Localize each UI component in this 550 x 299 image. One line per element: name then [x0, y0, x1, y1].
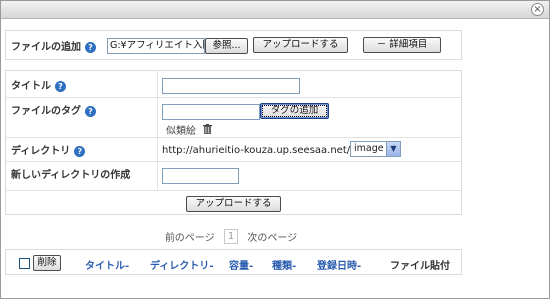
row-divider [6, 137, 461, 138]
help-icon[interactable]: ? [55, 81, 66, 92]
column-directory[interactable]: ディレクトリ- [150, 257, 213, 272]
row-divider [6, 190, 461, 191]
column-size[interactable]: 容量- [229, 257, 253, 272]
trash-icon[interactable] [203, 124, 213, 137]
submit-upload-button[interactable]: アップロードする [186, 196, 281, 212]
prev-page-link[interactable]: 前のページ [165, 229, 215, 244]
add-file-label: ファイルの追加? [11, 38, 96, 53]
current-page: 1 [223, 229, 239, 244]
file-path-field[interactable]: G:¥アフィリエイト入門¥ [107, 38, 205, 54]
add-tag-button[interactable]: タグの追加 [260, 103, 329, 119]
help-icon[interactable]: ? [74, 146, 86, 157]
column-type[interactable]: 種類- [272, 257, 296, 272]
chevron-down-icon[interactable]: ▼ [386, 142, 400, 156]
file-tag-label: ファイルのタグ? [11, 102, 96, 117]
column-title[interactable]: タイトル- [85, 257, 129, 272]
dialog-titlebar: × [1, 1, 549, 19]
column-file-paste: ファイル貼付 [390, 261, 450, 272]
directory-url: http://ahurieitio-kouza.up.seesaa.net/ [162, 145, 351, 156]
select-all-checkbox[interactable] [19, 258, 30, 269]
new-directory-input[interactable] [162, 168, 239, 184]
title-input[interactable] [162, 78, 300, 94]
row-divider [6, 97, 461, 98]
upload-panel: ファイルの追加? G:¥アフィリエイト入門¥ 参照... アップロードする － … [5, 30, 462, 60]
similar-tags-label: 似類絵 [166, 122, 213, 137]
title-label: タイトル? [11, 77, 66, 92]
file-table-header: 削除 タイトル- ディレクトリ- 容量- 種類- 登録日時- ファイル貼付 [5, 249, 462, 275]
details-panel: タイトル? ファイルのタグ? タグの追加 似類絵 ディレクトリ ? http:/… [5, 70, 462, 215]
tag-input[interactable] [162, 104, 260, 120]
upload-dialog: × ファイルの追加? G:¥アフィリエイト入門¥ 参照... アップロードする … [0, 0, 550, 299]
details-toggle-button[interactable]: － 詳細項目 [363, 37, 441, 53]
close-icon[interactable]: × [531, 3, 544, 16]
browse-button[interactable]: 参照... [205, 38, 248, 54]
directory-select[interactable]: image ▼ [350, 141, 401, 157]
new-directory-label: 新しいディレクトリの作成 [11, 170, 131, 181]
pager: 前のページ 1 次のページ [1, 229, 461, 244]
help-icon[interactable]: ? [85, 42, 96, 53]
delete-button[interactable]: 削除 [33, 255, 61, 271]
directory-label: ディレクトリ? [11, 142, 86, 157]
next-page-link[interactable]: 次のページ [247, 229, 297, 244]
row-divider [6, 161, 461, 162]
help-icon[interactable]: ? [85, 106, 96, 117]
column-registered-date[interactable]: 登録日時- [317, 257, 361, 272]
label-column-divider [157, 71, 158, 191]
upload-button[interactable]: アップロードする [253, 37, 348, 53]
